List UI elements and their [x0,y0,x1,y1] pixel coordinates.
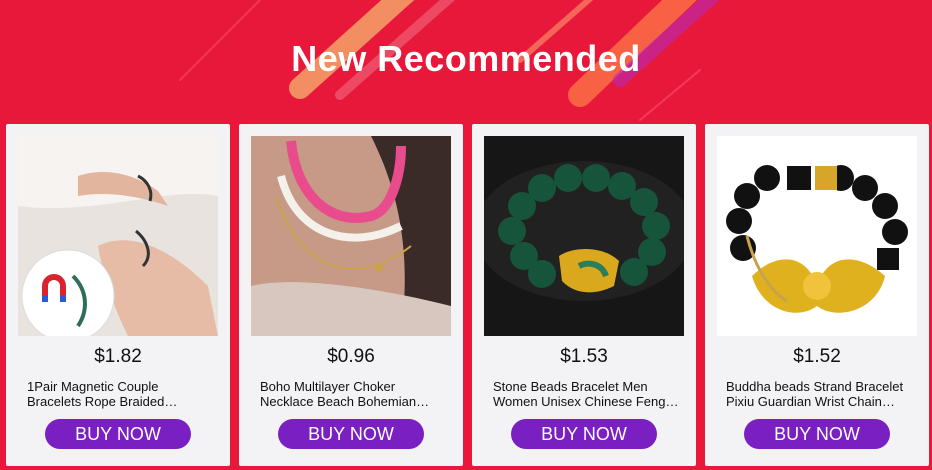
magnetic-bracelet-photo [18,136,218,336]
product-card[interactable]: $1.82 1Pair Magnetic Couple Bracelets Ro… [6,124,230,466]
product-card[interactable]: $1.52 Buddha beads Strand Bracelet Pixiu… [705,124,929,466]
product-image[interactable] [18,136,218,336]
buy-now-button[interactable]: BUY NOW [278,419,424,449]
green-bead-bracelet-photo [484,136,684,336]
product-name[interactable]: Stone Beads Bracelet Men Women Unisex Ch… [493,379,679,409]
product-grid: $1.82 1Pair Magnetic Couple Bracelets Ro… [0,124,932,470]
product-image[interactable] [251,136,451,336]
gold-pixiu-bracelet-photo [717,136,917,336]
buy-now-button[interactable]: BUY NOW [511,419,657,449]
product-image[interactable] [484,136,684,336]
buy-now-button[interactable]: BUY NOW [744,419,890,449]
product-price: $1.53 [560,346,608,367]
layered-necklace-photo [251,136,451,336]
buy-now-button[interactable]: BUY NOW [45,419,191,449]
product-name[interactable]: 1Pair Magnetic Couple Bracelets Rope Bra… [27,379,213,409]
product-price: $1.82 [94,346,142,367]
product-name[interactable]: Boho Multilayer Choker Necklace Beach Bo… [260,379,446,409]
product-price: $0.96 [327,346,375,367]
product-card[interactable]: $0.96 Boho Multilayer Choker Necklace Be… [239,124,463,466]
page-title: New Recommended [291,38,641,79]
product-card[interactable]: $1.53 Stone Beads Bracelet Men Women Uni… [472,124,696,466]
product-price: $1.52 [793,346,841,367]
product-image[interactable] [717,136,917,336]
product-name[interactable]: Buddha beads Strand Bracelet Pixiu Guard… [726,379,912,409]
